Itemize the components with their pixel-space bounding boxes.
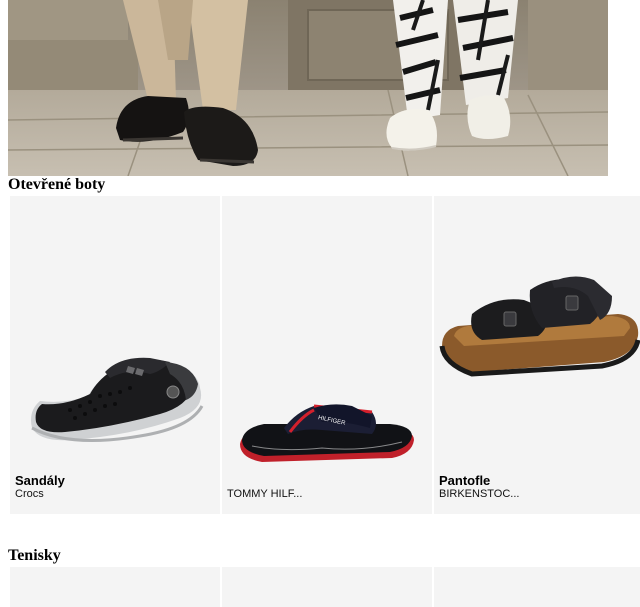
birkenstock-slide-icon bbox=[439, 276, 640, 377]
product-title: Sandály bbox=[15, 473, 65, 488]
flip-flop-icon: HILFIGER bbox=[240, 404, 414, 462]
crocs-clog-icon bbox=[31, 357, 204, 442]
product-card-placeholder[interactable] bbox=[10, 567, 220, 607]
product-card-sandals[interactable]: Sandály Crocs bbox=[10, 196, 220, 514]
product-title: Pantofle bbox=[439, 473, 491, 488]
product-brand: BIRKENSTOC... bbox=[439, 488, 519, 500]
product-brand: TOMMY HILF... bbox=[227, 488, 303, 500]
product-card-placeholder[interactable] bbox=[222, 567, 432, 607]
product-card-slippers[interactable]: Pantofle BIRKENSTOC... bbox=[434, 196, 640, 514]
product-card-tommy-flip-flops[interactable]: HILFIGER TOMMY HILF... bbox=[222, 196, 432, 514]
section-title-sneakers: Tenisky bbox=[8, 547, 61, 564]
product-card-placeholder[interactable] bbox=[434, 567, 640, 607]
hero-banner-image[interactable] bbox=[8, 0, 608, 176]
product-brand: Crocs bbox=[15, 488, 44, 500]
section-title-open-shoes: Otevřené boty bbox=[8, 176, 106, 193]
lifestyle-photo-shoes bbox=[8, 0, 608, 176]
